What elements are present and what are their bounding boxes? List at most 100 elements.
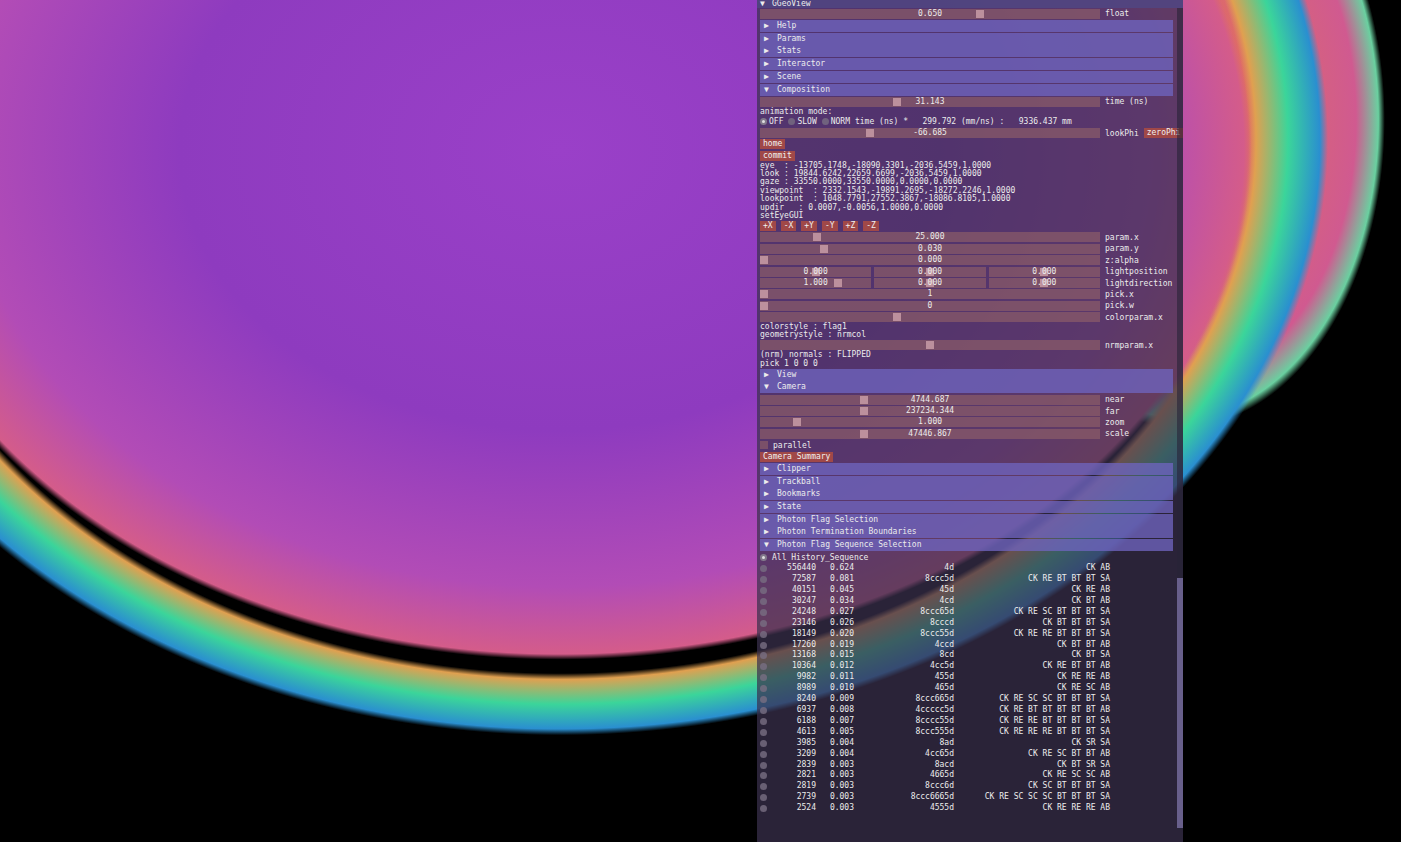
- radio-icon[interactable]: [760, 794, 767, 801]
- slider[interactable]: 0.650: [760, 9, 1100, 19]
- sequence-row[interactable]: 231460.0268cccdCK BT BT BT SA: [760, 618, 1173, 629]
- collapsing-header[interactable]: ▶View: [760, 369, 1173, 381]
- panel-title-bar[interactable]: ▼GGeoView: [757, 0, 1183, 8]
- radio-option[interactable]: NORM: [822, 117, 850, 126]
- slider-grab[interactable]: [860, 396, 868, 404]
- collapsing-header[interactable]: ▶Stats: [760, 45, 1173, 57]
- axis-button[interactable]: -Y: [822, 221, 838, 231]
- sequence-row[interactable]: 25240.0034555dCK RE RE RE AB: [760, 803, 1173, 814]
- collapsing-header[interactable]: ▶Scene: [760, 71, 1173, 83]
- radio-icon[interactable]: [760, 652, 767, 659]
- radio-icon[interactable]: [760, 674, 767, 681]
- collapsing-header[interactable]: ▶Help: [760, 20, 1173, 32]
- slider[interactable]: 1.000: [760, 417, 1100, 427]
- render-view[interactable]: [0, 0, 1401, 842]
- sequence-row[interactable]: 28390.0038acdCK BT SR SA: [760, 760, 1173, 771]
- radio-icon[interactable]: [760, 620, 767, 627]
- radio-icon[interactable]: [760, 718, 767, 725]
- radio-icon[interactable]: [760, 642, 767, 649]
- slider-grab[interactable]: [820, 245, 828, 253]
- slider-grab[interactable]: [760, 256, 768, 264]
- sequence-row[interactable]: 99820.011455dCK RE RE AB: [760, 672, 1173, 683]
- radio-icon[interactable]: [760, 707, 767, 714]
- sequence-row[interactable]: 5564400.6244dCK AB: [760, 563, 1173, 574]
- axis-button[interactable]: -Z: [863, 221, 879, 231]
- radio-icon[interactable]: [760, 609, 767, 616]
- radio-option[interactable]: SLOW: [788, 117, 816, 126]
- slider-grab[interactable]: [760, 302, 768, 310]
- radio-icon[interactable]: [760, 576, 767, 583]
- slider-grab[interactable]: [813, 233, 821, 241]
- radio-icon[interactable]: [760, 696, 767, 703]
- axis-button[interactable]: -X: [781, 221, 797, 231]
- slider[interactable]: 237234.344: [760, 406, 1100, 416]
- scroll-thumb[interactable]: [1177, 578, 1183, 828]
- radio-icon[interactable]: [760, 118, 767, 125]
- slider[interactable]: 0.000: [874, 278, 985, 288]
- slider[interactable]: 31.143: [760, 97, 1100, 107]
- action-button[interactable]: home: [760, 139, 785, 149]
- slider-grab[interactable]: [793, 418, 801, 426]
- checkbox[interactable]: [760, 441, 768, 449]
- slider[interactable]: -66.685: [760, 128, 1100, 138]
- slider-grab[interactable]: [860, 407, 868, 415]
- collapsing-header[interactable]: ▶Params: [760, 33, 1173, 45]
- radio-icon[interactable]: [788, 118, 795, 125]
- sequence-row[interactable]: 27390.0038ccc6665dCK RE SC SC SC BT BT B…: [760, 792, 1173, 803]
- collapsing-header[interactable]: ▶Trackball: [760, 476, 1173, 488]
- collapsing-header[interactable]: ▶State: [760, 501, 1173, 513]
- sequence-row[interactable]: 103640.0124cc5dCK RE BT BT AB: [760, 661, 1173, 672]
- collapsing-header[interactable]: ▶Bookmarks: [760, 488, 1173, 500]
- radio-icon[interactable]: [760, 740, 767, 747]
- collapsing-header[interactable]: ▶Interactor: [760, 58, 1173, 70]
- radio-icon[interactable]: [760, 685, 767, 692]
- slider-grab[interactable]: [893, 313, 901, 321]
- radio-option[interactable]: OFF: [760, 117, 783, 126]
- collapsing-header[interactable]: ▼Camera: [760, 381, 1173, 393]
- radio-icon[interactable]: [760, 729, 767, 736]
- sequence-row[interactable]: 181490.0208ccc55dCK RE RE BT BT BT SA: [760, 629, 1173, 640]
- radio-icon[interactable]: [760, 565, 767, 572]
- radio-icon[interactable]: [760, 587, 767, 594]
- slider[interactable]: 0.000: [760, 267, 871, 277]
- collapse-icon[interactable]: ▼: [760, 0, 768, 8]
- sequence-row[interactable]: 725870.0818ccc5dCK RE BT BT BT SA: [760, 574, 1173, 585]
- sequence-row[interactable]: 39850.0048adCK SR SA: [760, 738, 1173, 749]
- sequence-row[interactable]: 46130.0058ccc555dCK RE RE RE BT BT BT SA: [760, 727, 1173, 738]
- collapsing-header[interactable]: ▶Clipper: [760, 463, 1173, 475]
- collapsing-header[interactable]: ▼Composition: [760, 84, 1173, 96]
- radio-icon[interactable]: [760, 598, 767, 605]
- slider[interactable]: [760, 312, 1100, 322]
- collapsing-header[interactable]: ▶Photon Termination Boundaries: [760, 526, 1173, 538]
- radio-icon[interactable]: [822, 118, 829, 125]
- sequence-row[interactable]: 242480.0278ccc65dCK RE SC BT BT BT SA: [760, 607, 1173, 618]
- slider-grab[interactable]: [860, 430, 868, 438]
- sequence-row[interactable]: 131680.0158cdCK BT SA: [760, 650, 1173, 661]
- radio-icon[interactable]: [760, 663, 767, 670]
- radio-icon[interactable]: [760, 805, 767, 812]
- slider[interactable]: 0.030: [760, 244, 1100, 254]
- sequence-row[interactable]: 61880.0078cccc55dCK RE RE BT BT BT BT SA: [760, 716, 1173, 727]
- sequence-row[interactable]: 172600.0194ccdCK BT BT AB: [760, 640, 1173, 651]
- collapsing-header[interactable]: ▶Photon Flag Selection: [760, 514, 1173, 526]
- sequence-row[interactable]: 28210.0034665dCK RE SC SC AB: [760, 770, 1173, 781]
- radio-icon[interactable]: [760, 751, 767, 758]
- slider-grab[interactable]: [760, 290, 768, 298]
- radio-icon[interactable]: [760, 783, 767, 790]
- collapsing-header[interactable]: ▼Photon Flag Sequence Selection: [760, 539, 1173, 551]
- slider-grab[interactable]: [834, 279, 842, 287]
- slider[interactable]: 4744.687: [760, 395, 1100, 405]
- slider[interactable]: 0: [760, 301, 1100, 311]
- sequence-row[interactable]: 69370.0084ccccc5dCK RE BT BT BT BT BT AB: [760, 705, 1173, 716]
- action-button[interactable]: Camera Summary: [760, 452, 833, 462]
- sequence-row[interactable]: 28190.0038ccc6dCK SC BT BT BT SA: [760, 781, 1173, 792]
- slider[interactable]: 0.000: [989, 278, 1100, 288]
- sequence-row[interactable]: 82400.0098ccc665dCK RE SC SC BT BT BT SA: [760, 694, 1173, 705]
- sequence-row[interactable]: 32090.0044cc65dCK RE SC BT BT AB: [760, 749, 1173, 760]
- slider[interactable]: 0.000: [989, 267, 1100, 277]
- slider[interactable]: 1.000: [760, 278, 871, 288]
- radio-icon[interactable]: [760, 554, 767, 561]
- action-button[interactable]: commit: [760, 151, 795, 161]
- radio-icon[interactable]: [760, 762, 767, 769]
- axis-button[interactable]: +X: [760, 221, 776, 231]
